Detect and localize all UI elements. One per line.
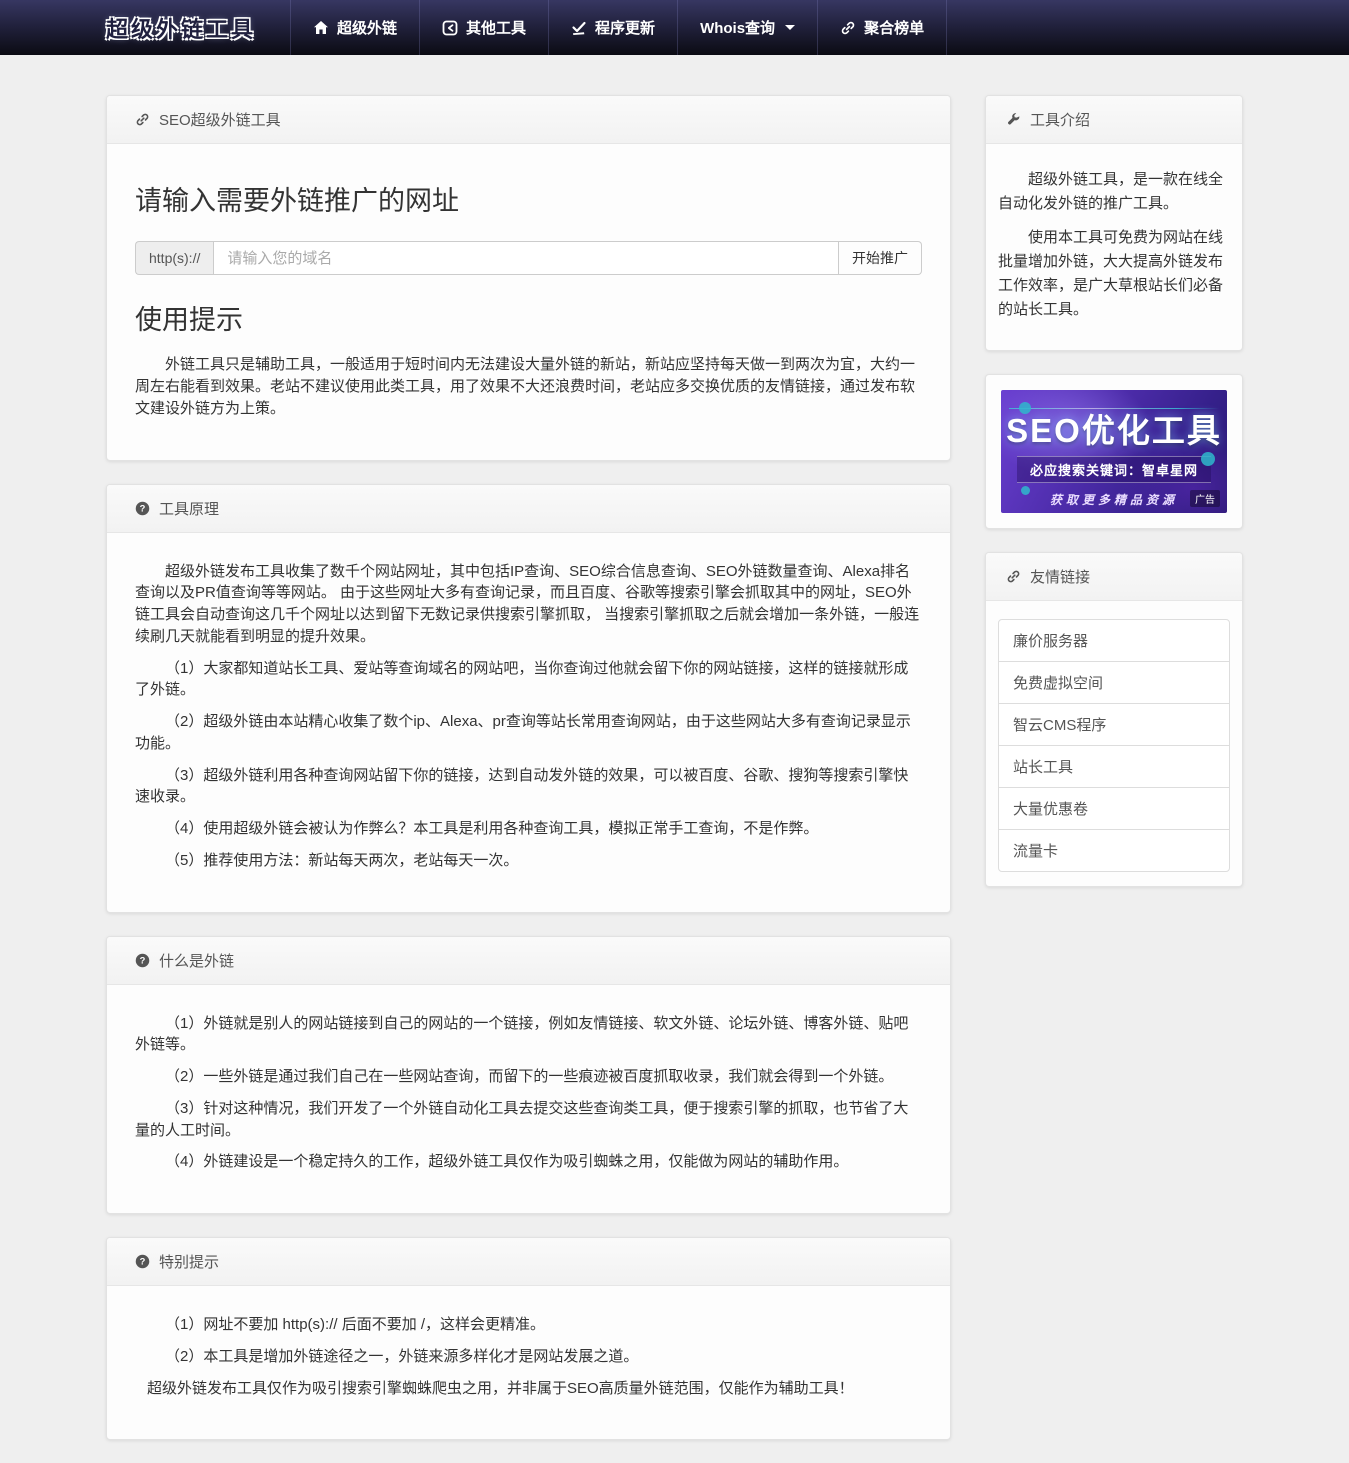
panel-title: SEO超级外链工具 <box>159 109 281 130</box>
usage-tips-text: 外链工具只是辅助工具，一般适用于短时间内无法建设大量外链的新站，新站应坚持每天做… <box>135 354 922 419</box>
friend-link-free-hosting[interactable]: 免费虚拟空间 <box>999 662 1229 704</box>
friend-link-cheap-server[interactable]: 廉价服务器 <box>999 620 1229 662</box>
panel-title: 工具介绍 <box>1030 109 1090 130</box>
banner-tagline: 获取更多精品资源 <box>1050 491 1178 508</box>
nav-item-other-tools[interactable]: 其他工具 <box>419 0 548 55</box>
principle-item: （5）推荐使用方法：新站每天两次，老站每天一次。 <box>135 850 922 872</box>
nav-item-label: 其他工具 <box>466 17 526 38</box>
panel-what-is-backlink: ? 什么是外链 （1）外链就是别人的网站链接到自己的网站的一个链接，例如友情链接… <box>106 936 951 1215</box>
special-item: （1）网址不要加 http(s):// 后面不要加 /，这样会更精准。 <box>135 1314 922 1336</box>
intro-paragraph: 超级外链工具，是一款在线全自动化发外链的推广工具。 <box>998 168 1230 216</box>
nav-item-whois-dropdown[interactable]: Whois查询 <box>677 0 817 55</box>
banner-decor-dot <box>1021 486 1030 495</box>
page-container: SEO超级外链工具 请输入需要外链推广的网址 http(s):// 开始推广 使… <box>106 55 1243 1463</box>
panel-friend-links: 友情链接 廉价服务器 免费虚拟空间 智云CMS程序 站长工具 大量优惠卷 流量卡 <box>985 552 1243 887</box>
special-note: 超级外链发布工具仅作为吸引搜索引擎蜘蛛爬虫之用，并非属于SEO高质量外链范围，仅… <box>135 1378 922 1400</box>
other-tools-icon <box>442 20 458 36</box>
whatis-item: （4）外链建设是一个稳定持久的工作，超级外链工具仅作为吸引蜘蛛之用，仅能做为网站… <box>135 1151 922 1173</box>
principle-item: （2）超级外链由本站精心收集了数个ip、Alexa、pr查询等站长常用查询网站，… <box>135 711 922 755</box>
panel-what-is-backlink-body: （1）外链就是别人的网站链接到自己的网站的一个链接，例如友情链接、软文外链、论坛… <box>107 985 950 1214</box>
question-circle-icon: ? <box>135 1254 150 1269</box>
panel-friend-links-header: 友情链接 <box>986 553 1242 601</box>
nav-item-super-link[interactable]: 超级外链 <box>290 0 419 55</box>
banner-decor-dot <box>1201 452 1215 466</box>
banner-decor-dot <box>1019 402 1031 414</box>
whatis-item: （3）针对这种情况，我们开发了一个外链自动化工具去提交这些查询类工具，便于搜索引… <box>135 1098 922 1142</box>
panel-title: 友情链接 <box>1030 566 1090 587</box>
svg-text:?: ? <box>140 955 146 965</box>
panel-what-is-backlink-header: ? 什么是外链 <box>107 937 950 985</box>
domain-input[interactable] <box>213 241 839 275</box>
brand-logo[interactable]: 超级外链工具 <box>106 0 290 55</box>
friend-link-data-card[interactable]: 流量卡 <box>999 830 1229 871</box>
friend-link-webmaster-tools[interactable]: 站长工具 <box>999 746 1229 788</box>
whatis-item: （2）一些外链是通过我们自己在一些网站查询，而留下的一些痕迹被百度抓取收录，我们… <box>135 1066 922 1088</box>
panel-tool-principle-body: 超级外链发布工具收集了数千个网站网址，其中包括IP查询、SEO综合信息查询、SE… <box>107 533 950 912</box>
friend-link-zhiyun-cms[interactable]: 智云CMS程序 <box>999 704 1229 746</box>
panel-tool-intro-body: 超级外链工具，是一款在线全自动化发外链的推广工具。 使用本工具可免费为网站在线批… <box>986 144 1242 350</box>
ad-banner[interactable]: SEO优化工具 必应搜索关键词：智卓星网 获取更多精品资源 广告 <box>1001 390 1227 513</box>
caret-down-icon <box>785 25 795 30</box>
link-icon <box>1006 569 1021 584</box>
usage-tips-heading: 使用提示 <box>135 301 922 340</box>
principle-item: （3）超级外链利用各种查询网站留下你的链接，达到自动发外链的效果，可以被百度、谷… <box>135 765 922 809</box>
panel-title: 什么是外链 <box>159 950 234 971</box>
panel-seo-tool-body: 请输入需要外链推广的网址 http(s):// 开始推广 使用提示 外链工具只是… <box>107 144 950 460</box>
start-promotion-button[interactable]: 开始推广 <box>839 241 922 275</box>
url-input-group: http(s):// 开始推广 <box>135 241 922 275</box>
main-nav: 超级外链 其他工具 程序更新 Whois查询 <box>290 0 947 55</box>
question-circle-icon: ? <box>135 501 150 516</box>
main-column: SEO超级外链工具 请输入需要外链推广的网址 http(s):// 开始推广 使… <box>106 95 951 1463</box>
top-navbar: 超级外链工具 超级外链 其他工具 程序更新 <box>0 0 1349 55</box>
nav-item-label: 聚合榜单 <box>864 17 924 38</box>
banner-title: SEO优化工具 <box>1006 414 1222 447</box>
nav-item-aggregate-list[interactable]: 聚合榜单 <box>817 0 947 55</box>
whatis-item: （1）外链就是别人的网站链接到自己的网站的一个链接，例如友情链接、软文外链、论坛… <box>135 1013 922 1057</box>
panel-seo-tool: SEO超级外链工具 请输入需要外链推广的网址 http(s):// 开始推广 使… <box>106 95 951 461</box>
principle-intro: 超级外链发布工具收集了数千个网站网址，其中包括IP查询、SEO综合信息查询、SE… <box>135 561 922 648</box>
svg-text:?: ? <box>140 1257 146 1267</box>
panel-tool-intro: 工具介绍 超级外链工具，是一款在线全自动化发外链的推广工具。 使用本工具可免费为… <box>985 95 1243 351</box>
panel-seo-tool-header: SEO超级外链工具 <box>107 96 950 144</box>
ad-banner-card: SEO优化工具 必应搜索关键词：智卓星网 获取更多精品资源 广告 <box>985 374 1243 529</box>
principle-item: （1）大家都知道站长工具、爱站等查询域名的网站吧，当你查询过他就会留下你的网站链… <box>135 658 922 702</box>
panel-tool-intro-header: 工具介绍 <box>986 96 1242 144</box>
intro-paragraph: 使用本工具可免费为网站在线批量增加外链，大大提高外链发布工作效率，是广大草根站长… <box>998 226 1230 322</box>
link-icon <box>135 112 150 127</box>
question-circle-icon: ? <box>135 953 150 968</box>
panel-tool-principle: ? 工具原理 超级外链发布工具收集了数千个网站网址，其中包括IP查询、SEO综合… <box>106 484 951 913</box>
principle-item: （4）使用超级外链会被认为作弊么？本工具是利用各种查询工具，模拟正常手工查询，不… <box>135 818 922 840</box>
panel-special-tips-header: ? 特别提示 <box>107 1238 950 1286</box>
panel-special-tips-body: （1）网址不要加 http(s):// 后面不要加 /，这样会更精准。 （2）本… <box>107 1286 950 1439</box>
panel-title: 特别提示 <box>159 1251 219 1272</box>
panel-tool-principle-header: ? 工具原理 <box>107 485 950 533</box>
navbar-inner: 超级外链工具 超级外链 其他工具 程序更新 <box>106 0 1243 55</box>
friend-links-list: 廉价服务器 免费虚拟空间 智云CMS程序 站长工具 大量优惠卷 流量卡 <box>998 619 1230 872</box>
url-input-heading: 请输入需要外链推广的网址 <box>135 182 922 221</box>
friend-link-coupons[interactable]: 大量优惠卷 <box>999 788 1229 830</box>
url-prefix-addon: http(s):// <box>135 241 213 275</box>
svg-text:?: ? <box>140 503 146 513</box>
nav-item-label: Whois查询 <box>700 17 775 38</box>
ad-badge: 广告 <box>1190 490 1220 507</box>
brand-logo-text: 超级外链工具 <box>106 12 256 44</box>
update-icon <box>571 20 587 36</box>
home-icon <box>313 20 329 36</box>
banner-subtitle: 必应搜索关键词：智卓星网 <box>1017 456 1211 483</box>
nav-item-label: 程序更新 <box>595 17 655 38</box>
nav-item-label: 超级外链 <box>337 17 397 38</box>
link-icon <box>840 20 856 36</box>
sidebar: 工具介绍 超级外链工具，是一款在线全自动化发外链的推广工具。 使用本工具可免费为… <box>985 95 1243 910</box>
banner-decor-line <box>1009 408 1219 409</box>
panel-special-tips: ? 特别提示 （1）网址不要加 http(s):// 后面不要加 /，这样会更精… <box>106 1237 951 1440</box>
panel-title: 工具原理 <box>159 498 219 519</box>
special-item: （2）本工具是增加外链途径之一，外链来源多样化才是网站发展之道。 <box>135 1346 922 1368</box>
nav-item-program-update[interactable]: 程序更新 <box>548 0 677 55</box>
wrench-icon <box>1006 112 1021 127</box>
